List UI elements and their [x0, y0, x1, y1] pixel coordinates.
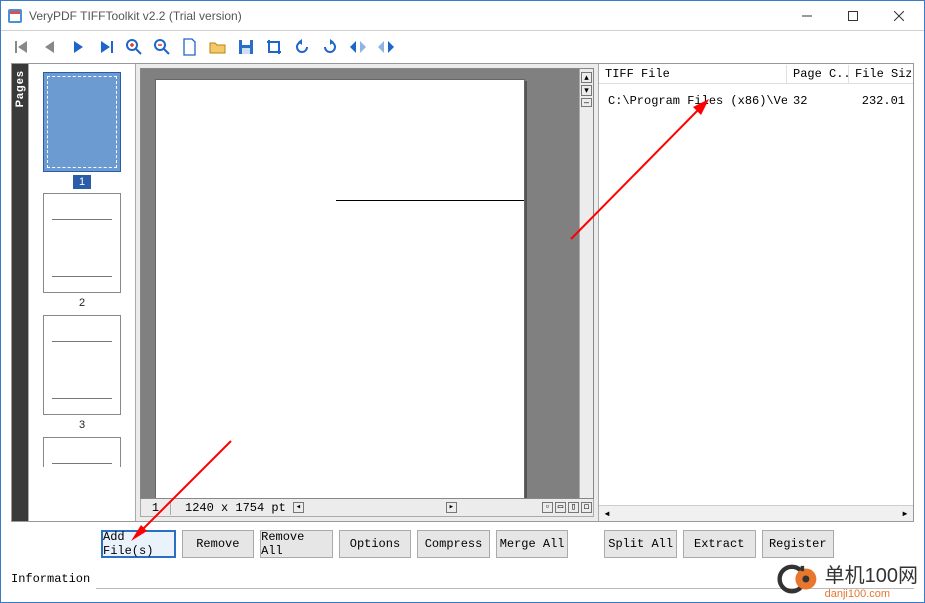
- thumbnail-label: 3: [79, 417, 85, 433]
- scroll-left-icon[interactable]: ◂: [293, 502, 304, 513]
- zoom-in-icon[interactable]: [125, 38, 143, 56]
- canvas-area: ▴ ▾ – 1 1240 x 1754 pt ◂ ▸ ▫ ▭ ▯ ◻: [136, 64, 599, 521]
- information-label: Information: [11, 570, 96, 586]
- save-icon[interactable]: [237, 38, 255, 56]
- merge-all-button[interactable]: Merge All: [496, 530, 569, 558]
- file-size: 232.01: [849, 94, 911, 108]
- file-list-hscroll[interactable]: ◂ ▸: [599, 505, 913, 521]
- options-button[interactable]: Options: [339, 530, 412, 558]
- add-file-button[interactable]: Add File(s): [101, 530, 176, 558]
- remove-button[interactable]: Remove: [182, 530, 255, 558]
- scroll-left-icon[interactable]: ◂: [599, 506, 615, 521]
- page-viewport[interactable]: ▴ ▾ –: [140, 68, 594, 499]
- thumbnail-label: 2: [79, 295, 85, 311]
- vertical-nav-strip: ▴ ▾ –: [579, 69, 593, 498]
- thumbnail[interactable]: [43, 437, 121, 467]
- page-dimensions: 1240 x 1754 pt: [171, 501, 292, 515]
- prev-page-icon[interactable]: [41, 38, 59, 56]
- crop-icon[interactable]: [265, 38, 283, 56]
- view-width-icon[interactable]: ▭: [555, 502, 566, 513]
- thumbnail-label: 1: [73, 175, 91, 189]
- open-icon[interactable]: [209, 38, 227, 56]
- page-preview: [155, 79, 525, 499]
- split-all-button[interactable]: Split All: [604, 530, 677, 558]
- last-page-icon[interactable]: [97, 38, 115, 56]
- thumbnail[interactable]: [43, 193, 121, 293]
- thumbnail[interactable]: [43, 72, 121, 172]
- watermark-text: 单机100网: [825, 559, 918, 588]
- register-button[interactable]: Register: [762, 530, 835, 558]
- flip-v-icon[interactable]: [377, 38, 395, 56]
- app-icon: [7, 8, 23, 24]
- next-page-icon[interactable]: [69, 38, 87, 56]
- close-button[interactable]: [876, 1, 922, 30]
- extract-button[interactable]: Extract: [683, 530, 756, 558]
- thumbnail-panel: 1 2 3: [28, 64, 136, 521]
- remove-all-button[interactable]: Remove All: [260, 530, 333, 558]
- thumbnail[interactable]: [43, 315, 121, 415]
- col-header-size[interactable]: File Siz: [849, 65, 911, 83]
- canvas-status-bar: 1 1240 x 1754 pt ◂ ▸ ▫ ▭ ▯ ◻: [140, 499, 594, 517]
- compress-button[interactable]: Compress: [417, 530, 490, 558]
- title-bar: VeryPDF TIFFToolkit v2.2 (Trial version): [1, 1, 924, 31]
- view-actual-icon[interactable]: ◻: [581, 502, 592, 513]
- window-title: VeryPDF TIFFToolkit v2.2 (Trial version): [29, 9, 784, 23]
- main-area: Pages 1 2 3 ▴ ▾ – 1 1240 x 1754 pt ◂: [11, 63, 914, 522]
- flip-h-icon[interactable]: [349, 38, 367, 56]
- page-number: 1: [141, 501, 171, 515]
- file-row[interactable]: C:\Program Files (x86)\Ver... 32 232.01: [599, 92, 913, 110]
- file-pages: 32: [787, 94, 849, 108]
- rotate-left-icon[interactable]: [293, 38, 311, 56]
- file-list-header: TIFF File Page C... File Siz: [599, 64, 913, 84]
- minimize-button[interactable]: [784, 1, 830, 30]
- file-list-panel: TIFF File Page C... File Siz C:\Program …: [599, 64, 913, 521]
- new-doc-icon[interactable]: [181, 38, 199, 56]
- scroll-marker-icon[interactable]: –: [581, 98, 592, 107]
- zoom-out-icon[interactable]: [153, 38, 171, 56]
- toolbar: [1, 31, 924, 59]
- pages-tab[interactable]: Pages: [12, 64, 28, 521]
- watermark: 单机100网 danji100.com: [777, 558, 918, 600]
- rotate-right-icon[interactable]: [321, 38, 339, 56]
- view-height-icon[interactable]: ▯: [568, 502, 579, 513]
- button-bar: Add File(s) Remove Remove All Options Co…: [11, 530, 914, 558]
- view-fit-icon[interactable]: ▫: [542, 502, 553, 513]
- first-page-icon[interactable]: [13, 38, 31, 56]
- watermark-url: danji100.com: [825, 588, 918, 600]
- col-header-file[interactable]: TIFF File: [599, 65, 787, 83]
- watermark-logo-icon: [777, 558, 819, 600]
- scroll-up-icon[interactable]: ▴: [581, 72, 592, 83]
- scroll-right-icon[interactable]: ▸: [446, 502, 457, 513]
- scroll-right-icon[interactable]: ▸: [897, 506, 913, 521]
- col-header-pages[interactable]: Page C...: [787, 65, 849, 83]
- maximize-button[interactable]: [830, 1, 876, 30]
- file-path: C:\Program Files (x86)\Ver...: [608, 94, 787, 108]
- scroll-down-icon[interactable]: ▾: [581, 85, 592, 96]
